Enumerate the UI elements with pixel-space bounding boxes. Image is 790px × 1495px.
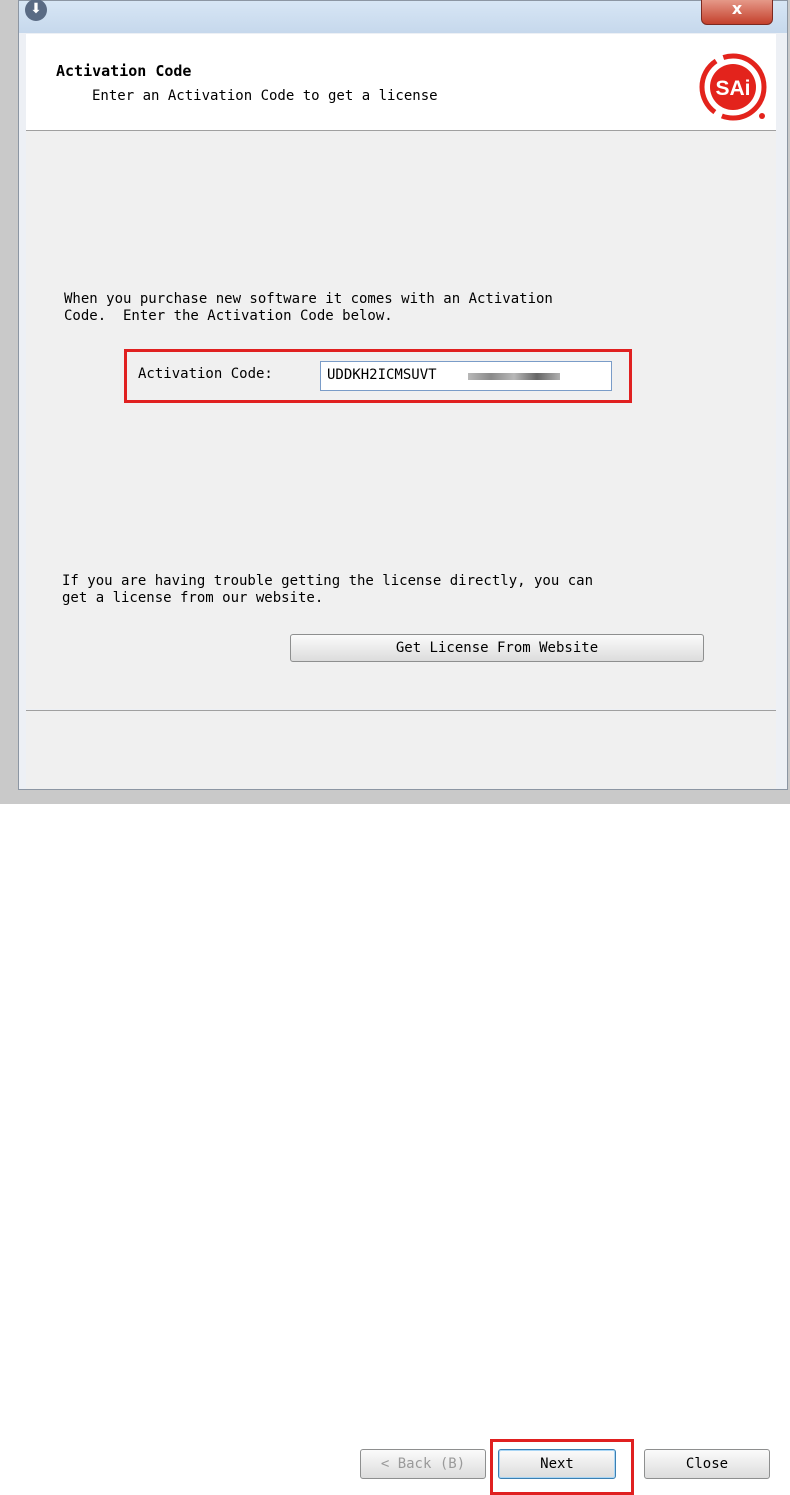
header-band: Activation Code Enter an Activation Code… xyxy=(26,34,776,131)
redacted-code-blur xyxy=(468,373,560,380)
activation-code-label: Activation Code: xyxy=(138,366,273,382)
back-button[interactable]: < Back (B) xyxy=(360,1449,486,1479)
window-close-button[interactable]: x xyxy=(701,0,773,25)
get-license-website-button[interactable]: Get License From Website xyxy=(290,634,704,662)
page-title: Activation Code xyxy=(56,62,192,80)
activation-code-value: UDDKH2ICMSUVT xyxy=(327,367,437,383)
logo-text: SAi xyxy=(715,77,750,100)
footer-bar: < Back (B) Next Close xyxy=(26,711,776,1495)
close-button[interactable]: Close xyxy=(644,1449,770,1479)
download-arrow-icon: ⬇ xyxy=(25,0,47,21)
activation-code-input[interactable]: UDDKH2ICMSUVT xyxy=(320,361,612,391)
title-bar: ⬇ x xyxy=(19,0,787,33)
intro-text: When you purchase new software it comes … xyxy=(64,291,553,324)
content-area: When you purchase new software it comes … xyxy=(26,131,776,709)
close-icon: x xyxy=(731,0,743,18)
next-button[interactable]: Next xyxy=(498,1449,616,1479)
page-subtitle: Enter an Activation Code to get a licens… xyxy=(92,88,438,104)
trouble-text: If you are having trouble getting the li… xyxy=(62,573,594,606)
sai-logo: SAi xyxy=(699,53,767,121)
